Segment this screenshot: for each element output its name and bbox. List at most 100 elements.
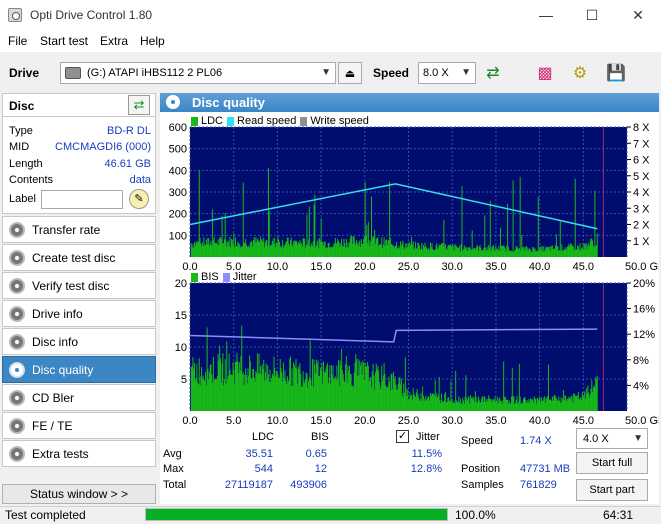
x-tick-label: 5.0: [226, 415, 241, 427]
label-key: Label: [9, 193, 36, 205]
disc-icon: [9, 333, 25, 350]
sidebar-item-fe-te[interactable]: FE / TE: [2, 412, 156, 439]
speed-stat-value: 1.74 X: [520, 435, 552, 447]
length-value: 46.61 GB: [104, 158, 151, 170]
x-tick-label: 20.0: [354, 261, 375, 270]
progress-bar: [145, 508, 448, 521]
disc-icon: [166, 95, 180, 109]
data-bar: [537, 196, 539, 257]
sidebar-item-label: Disc info: [32, 334, 79, 349]
position-label: Position: [461, 463, 501, 475]
y-tick-label: 300: [169, 187, 187, 199]
y2-tick-label: 5 X: [633, 171, 650, 183]
disc-icon: [9, 361, 25, 378]
x-tick-label: 45.0: [573, 415, 594, 427]
y2-tick-label: 4%: [633, 380, 649, 392]
y2-tick-label: 6 X: [633, 155, 650, 167]
drive-label: Drive: [9, 66, 40, 80]
speed-value: 8.0 X: [423, 67, 449, 79]
contents-value: data: [129, 174, 151, 186]
sidebar-item-label: Create test disc: [32, 250, 116, 265]
progress-fill: [146, 509, 447, 520]
bis-avg: 0.65: [305, 448, 327, 460]
menu-start-test[interactable]: Start test: [40, 34, 88, 48]
menu-file[interactable]: File: [8, 34, 27, 48]
sidebar-item-label: Transfer rate: [32, 222, 101, 237]
refresh-icon[interactable]: ⇄: [480, 61, 506, 85]
samples-label: Samples: [461, 479, 504, 491]
disc-header-label: Disc: [9, 99, 35, 113]
drive-select[interactable]: (G:) ATAPI iHBS112 2 PL06 ▼: [60, 62, 336, 84]
data-bar: [574, 178, 576, 257]
eject-button[interactable]: ⏏: [338, 62, 362, 84]
sidebar-item-label: Disc quality: [32, 362, 94, 377]
total-label: Total: [163, 479, 187, 491]
start-part-button[interactable]: Start part: [576, 479, 648, 501]
test-speed-select[interactable]: 4.0 X ▼: [576, 428, 648, 449]
x-tick-label: 40.0: [529, 261, 550, 270]
sidebar-item-verify-test-disc[interactable]: Verify test disc: [2, 272, 156, 299]
y2-tick-label: 8 X: [633, 122, 650, 134]
sidebar-item-create-test-disc[interactable]: Create test disc: [2, 244, 156, 271]
y2-tick-label: 2 X: [633, 220, 650, 232]
sidebar-item-cd-bler[interactable]: CD Bler: [2, 384, 156, 411]
x-tick-label: 35.0: [485, 261, 506, 270]
col-ldc: LDC: [252, 431, 275, 443]
x-tick-label: 30.0: [441, 261, 462, 270]
x-tick-label: 10.0: [267, 415, 288, 427]
sidebar-item-label: Extra tests: [32, 446, 89, 461]
y2-tick-label: 7 X: [633, 138, 650, 150]
disc-refresh-icon[interactable]: ⇄: [128, 95, 150, 115]
x-tick-label: 50.0 GB: [625, 261, 659, 270]
y-tick-label: 20: [175, 278, 187, 290]
chevron-down-icon: ▼: [461, 67, 471, 78]
bis-max: 12: [314, 463, 327, 475]
x-tick-label: 0.0: [182, 261, 197, 270]
save-icon[interactable]: 💾: [603, 61, 629, 85]
label-edit-icon[interactable]: ✎: [129, 189, 149, 209]
jitter-checkbox[interactable]: ✓: [396, 430, 409, 443]
menu-help[interactable]: Help: [140, 34, 165, 48]
data-bar: [489, 200, 491, 257]
sidebar-item-disc-quality[interactable]: Disc quality: [2, 356, 156, 383]
sidebar-item-disc-info[interactable]: Disc info: [2, 328, 156, 355]
x-tick-label: 50.0 GB: [625, 415, 659, 427]
x-tick-label: 25.0: [398, 261, 419, 270]
close-button[interactable]: ✕: [615, 0, 661, 30]
max-label: Max: [163, 463, 184, 475]
x-tick-label: 0.0: [182, 415, 197, 427]
y-tick-label: 500: [169, 144, 187, 156]
y2-tick-label: 8%: [633, 355, 649, 367]
start-full-button[interactable]: Start full: [576, 452, 648, 474]
x-tick-label: 35.0: [485, 415, 506, 427]
status-window-button[interactable]: Status window > >: [2, 484, 156, 504]
disc-icon: [9, 445, 25, 462]
data-bar: [519, 176, 521, 257]
disc-icon: [9, 277, 25, 294]
app-icon: [8, 8, 22, 22]
x-tick-label: 25.0: [398, 415, 419, 427]
disc-icon: [9, 249, 25, 266]
y-tick-label: 10: [175, 342, 187, 354]
y-tick-label: 400: [169, 165, 187, 177]
sidebar-item-label: CD Bler: [32, 390, 75, 405]
type-key: Type: [9, 125, 33, 137]
ldc-avg: 35.51: [245, 448, 273, 460]
sidebar-item-transfer-rate[interactable]: Transfer rate: [2, 216, 156, 243]
eraser-icon[interactable]: ▩: [532, 61, 558, 85]
settings-icon[interactable]: ⚙: [567, 61, 593, 85]
disc-icon: [9, 305, 25, 322]
label-input[interactable]: [41, 190, 123, 209]
ldc-chart: 0.0 5.0 10.0 15.0 20.0 25.0 30.0 35.0 40.0 45.0 50…: [169, 122, 659, 270]
col-bis: BIS: [311, 431, 329, 443]
x-tick-label: 10.0: [267, 261, 288, 270]
menu-extra[interactable]: Extra: [100, 34, 128, 48]
speed-select[interactable]: 8.0 X ▼: [418, 62, 476, 84]
status-text: Test completed: [5, 508, 86, 522]
maximize-button[interactable]: ☐: [569, 0, 615, 30]
sidebar-item-extra-tests[interactable]: Extra tests: [2, 440, 156, 467]
sidebar-item-drive-info[interactable]: Drive info: [2, 300, 156, 327]
minimize-button[interactable]: —: [523, 0, 569, 30]
disc-icon: [9, 417, 25, 434]
jitter-avg: 11.5%: [411, 448, 442, 460]
